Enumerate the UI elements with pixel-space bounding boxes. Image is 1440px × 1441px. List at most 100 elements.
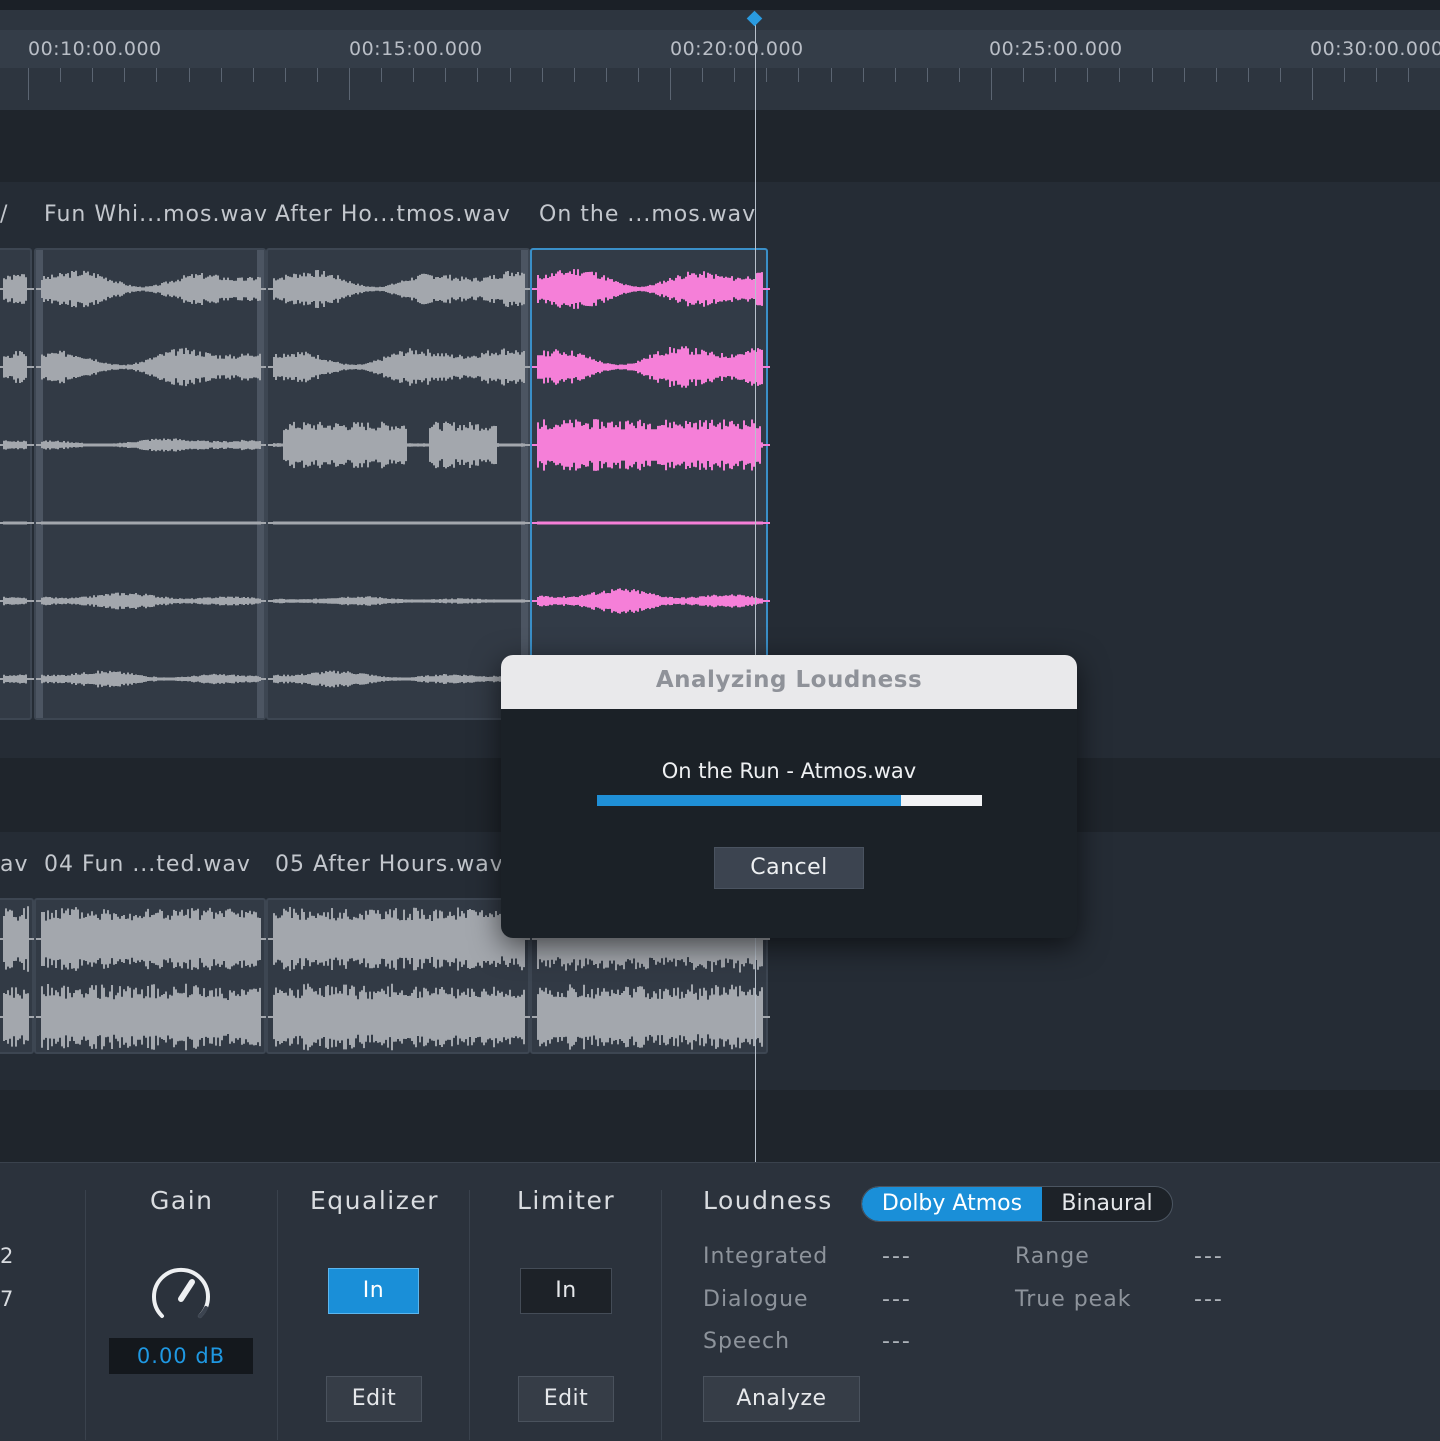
binaural-option[interactable]: Binaural	[1042, 1187, 1172, 1221]
waveform	[0, 274, 34, 684]
ruler-tick	[28, 68, 29, 100]
ruler-tick	[1312, 68, 1313, 100]
loudness-mode-toggle[interactable]: Dolby Atmos Binaural	[861, 1186, 1173, 1222]
ruler-tick	[509, 68, 511, 82]
ruler-tick	[284, 68, 286, 82]
equalizer-title: Equalizer	[310, 1186, 440, 1215]
analyze-button[interactable]: Analyze	[703, 1376, 860, 1422]
limiter-in-button[interactable]: In	[520, 1268, 612, 1314]
gain-knob-icon[interactable]	[148, 1262, 214, 1328]
ruler-tick	[1279, 68, 1281, 82]
equalizer-edit-button[interactable]: Edit	[326, 1376, 422, 1422]
ruler-tick	[991, 68, 992, 100]
top-bar	[0, 0, 1440, 10]
waveform	[36, 907, 268, 1051]
dialogue-value: ---	[882, 1287, 912, 1312]
range-value: ---	[1194, 1244, 1224, 1269]
ruler-tick	[958, 68, 960, 82]
speech-value: ---	[882, 1329, 912, 1354]
ruler-tick	[637, 68, 639, 82]
analysis-progress-bar	[597, 795, 982, 806]
ruler-tick	[381, 68, 383, 82]
waveform	[0, 906, 36, 1047]
ruler-tick	[541, 68, 543, 82]
panel-divider	[277, 1190, 278, 1440]
ruler-tick	[670, 68, 671, 100]
clip-title: After Ho...tmos.wav	[275, 202, 511, 227]
ruler-tick	[766, 68, 768, 82]
playhead-line[interactable]	[755, 14, 756, 1162]
ruler-tick	[1215, 68, 1217, 82]
track-gap	[0, 110, 1440, 182]
equalizer-in-button[interactable]: In	[328, 1268, 419, 1314]
timeline-ruler[interactable]	[0, 10, 1440, 110]
ruler-tick	[92, 68, 94, 82]
ruler-tick	[1119, 68, 1121, 82]
integrated-value: ---	[882, 1244, 912, 1269]
ruler-tick	[605, 68, 607, 82]
dolby-atmos-option[interactable]: Dolby Atmos	[862, 1187, 1042, 1221]
ruler-tick	[862, 68, 864, 82]
ruler-tick	[1247, 68, 1249, 82]
gain-title: Gain	[150, 1186, 214, 1215]
true-peak-value: ---	[1194, 1287, 1224, 1312]
analysis-progress-fill	[597, 795, 902, 806]
analyzing-loudness-dialog: Analyzing Loudness On the Run - Atmos.wa…	[501, 655, 1077, 938]
ruler-label: 00:20:00.000	[670, 38, 804, 60]
ruler-tick	[894, 68, 896, 82]
waveform	[268, 907, 532, 1051]
ruler-tick	[702, 68, 704, 82]
ruler-tick	[1151, 68, 1153, 82]
dialog-title-bar: Analyzing Loudness	[501, 655, 1077, 709]
speech-label: Speech	[703, 1329, 791, 1354]
panel-divider	[469, 1190, 470, 1440]
ruler-tick	[156, 68, 158, 82]
clip-title: /	[0, 202, 9, 227]
ruler-tick	[1183, 68, 1185, 82]
clip-title: Fun Whi...mos.wav	[44, 202, 268, 227]
ruler-tick	[734, 68, 736, 82]
ruler-tick	[798, 68, 800, 82]
panel-divider	[661, 1190, 662, 1440]
limiter-edit-button[interactable]: Edit	[518, 1376, 614, 1422]
ruler-label: 00:25:00.000	[989, 38, 1123, 60]
waveform	[268, 270, 532, 688]
ruler-tick	[830, 68, 832, 82]
true-peak-label: True peak	[1015, 1287, 1132, 1312]
audio-clip[interactable]	[34, 898, 268, 1054]
dialog-title: Analyzing Loudness	[655, 667, 923, 693]
selected-audio-clip[interactable]	[530, 248, 770, 720]
ruler-tick	[316, 68, 318, 82]
ruler-tick	[124, 68, 126, 82]
ruler-tick	[220, 68, 222, 82]
clip-title: av	[0, 852, 29, 877]
edge-value: 2	[0, 1244, 14, 1268]
ruler-tick	[926, 68, 928, 82]
audio-clip[interactable]	[266, 248, 532, 720]
ruler-tick	[1023, 68, 1025, 82]
clip-title: 04 Fun ...ted.wav	[44, 852, 251, 877]
audio-clip[interactable]	[266, 898, 532, 1054]
ruler-label: 00:30:00.000	[1310, 38, 1440, 60]
integrated-label: Integrated	[703, 1244, 829, 1269]
analyzing-file-name: On the Run - Atmos.wav	[661, 759, 917, 783]
ruler-tick	[1376, 68, 1378, 82]
panel-divider	[85, 1190, 86, 1440]
ruler-tick	[413, 68, 415, 82]
audio-clip[interactable]	[34, 248, 268, 720]
ruler-tick	[252, 68, 254, 82]
clip-title: On the ...mos.wav	[539, 202, 757, 227]
ruler-tick	[573, 68, 575, 82]
dialogue-label: Dialogue	[703, 1287, 809, 1312]
ruler-tick	[60, 68, 62, 82]
ruler-tick	[1408, 68, 1410, 82]
ruler-tick	[477, 68, 479, 82]
limiter-title: Limiter	[517, 1186, 616, 1215]
audio-clip[interactable]	[0, 898, 36, 1054]
edge-value: 7	[0, 1287, 14, 1311]
ruler-tick	[188, 68, 190, 82]
audio-clip[interactable]	[0, 248, 34, 720]
gain-value-field[interactable]: 0.00 dB	[109, 1338, 253, 1374]
ruler-label: 00:10:00.000	[28, 38, 162, 60]
cancel-button[interactable]: Cancel	[714, 847, 864, 889]
